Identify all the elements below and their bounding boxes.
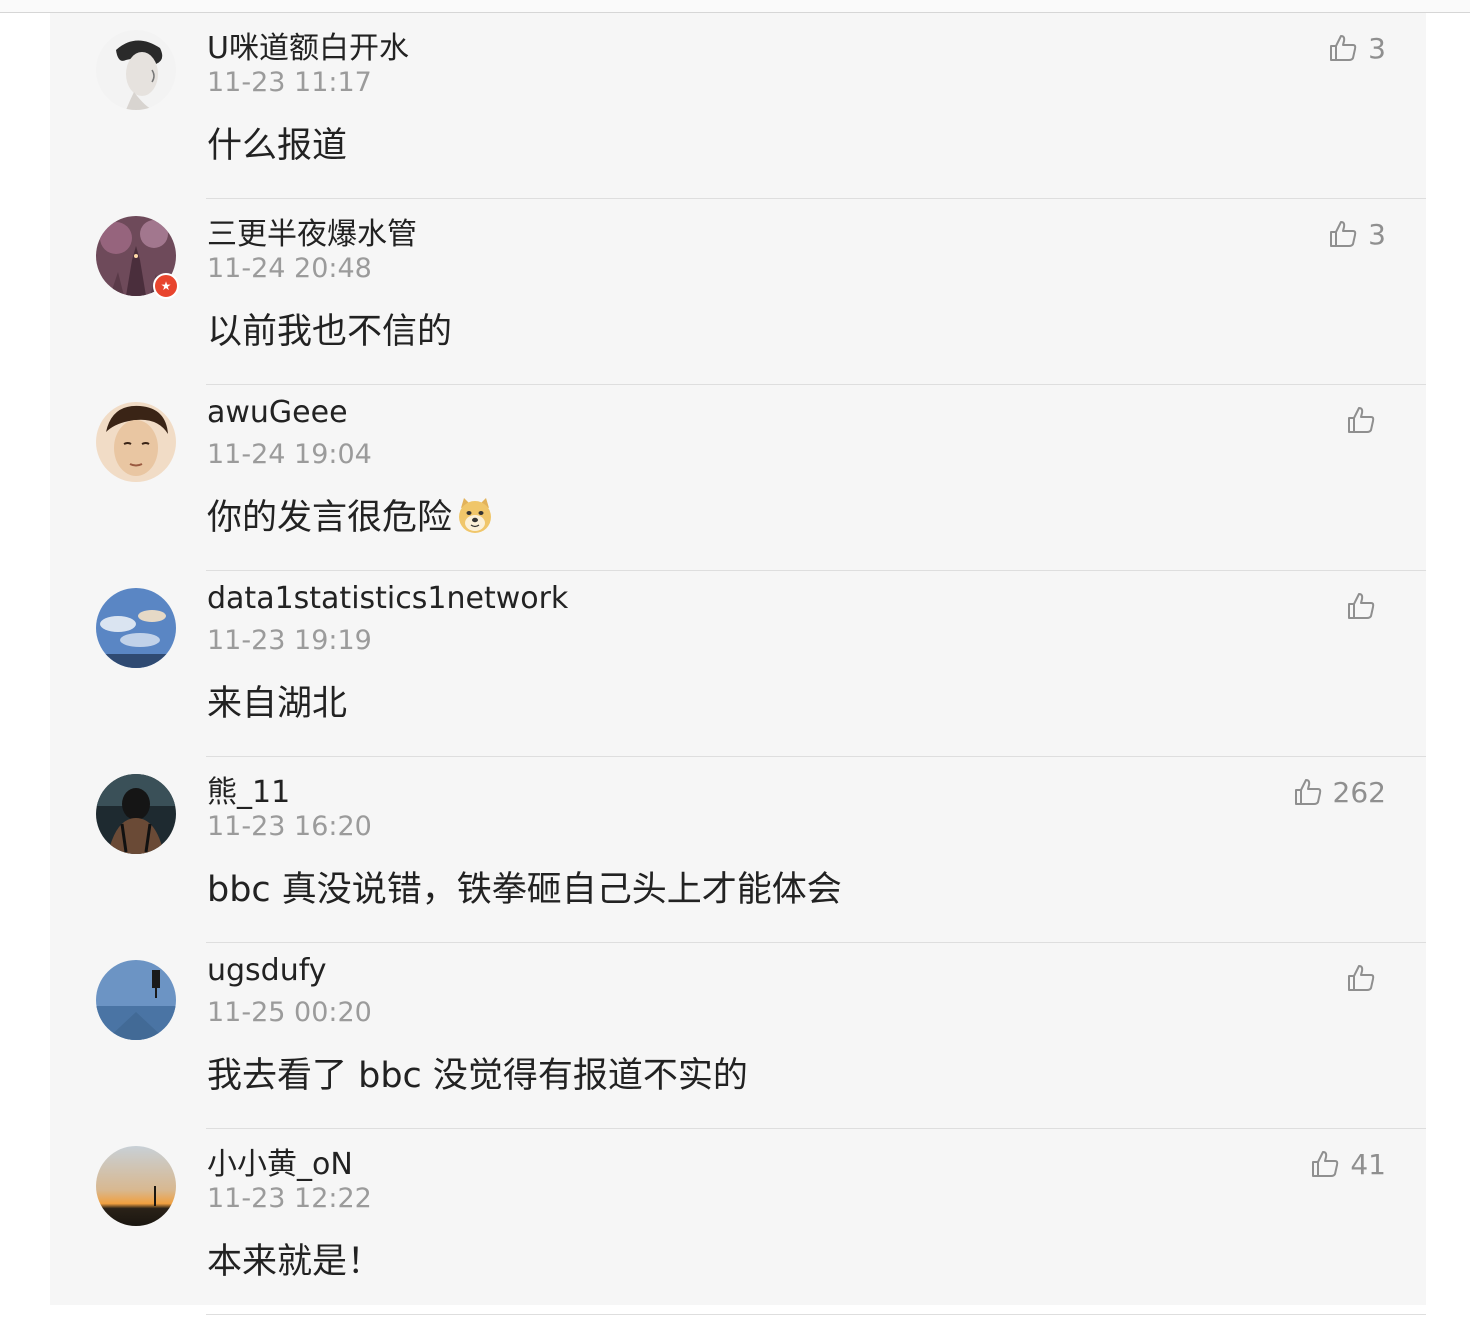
like-button[interactable] — [1346, 403, 1386, 437]
username[interactable]: awuGeee — [207, 395, 348, 430]
comment-time: 11-23 11:17 — [207, 67, 372, 98]
comment-time: 11-24 20:48 — [207, 253, 372, 284]
comment-time: 11-23 16:20 — [207, 811, 372, 842]
like-button[interactable]: 41 — [1310, 1147, 1386, 1181]
username[interactable]: ugsdufy — [207, 953, 327, 988]
like-count: 262 — [1332, 775, 1386, 809]
comment-time: 11-23 19:19 — [207, 625, 372, 656]
comment-item: awuGeee 11-24 19:04 你的发言很危险 — [50, 385, 1426, 571]
like-count: 3 — [1368, 217, 1386, 251]
avatar[interactable] — [96, 402, 176, 482]
thumbs-up-icon — [1330, 35, 1357, 61]
username[interactable]: data1statistics1network — [207, 581, 568, 616]
like-count: 3 — [1368, 31, 1386, 65]
thumbs-up-icon — [1348, 593, 1375, 619]
comment-text: 什么报道 — [207, 126, 348, 166]
comment-text: 你的发言很危险 — [207, 489, 494, 540]
thumbs-up-icon — [1348, 965, 1375, 991]
comment-text: 本来就是！ — [207, 1242, 383, 1282]
username[interactable]: 熊_11 — [207, 767, 290, 811]
thumbs-up-icon — [1294, 779, 1321, 805]
like-button[interactable]: 3 — [1328, 31, 1386, 65]
comment-item: U咪道额白开水 11-23 11:17 什么报道 3 — [50, 13, 1426, 199]
comment-time: 11-24 19:04 — [207, 439, 372, 470]
comment-time: 11-25 00:20 — [207, 997, 372, 1028]
like-button[interactable] — [1346, 589, 1386, 623]
comment-text: bbc 真没说错，铁拳砸自己头上才能体会 — [207, 870, 842, 910]
avatar[interactable] — [96, 30, 176, 110]
comment-item: ugsdufy 11-25 00:20 我去看了 bbc 没觉得有报道不实的 — [50, 943, 1426, 1129]
like-button[interactable]: 262 — [1293, 775, 1386, 809]
thumbs-up-icon — [1348, 407, 1375, 433]
comment-text: 我去看了 bbc 没觉得有报道不实的 — [207, 1056, 748, 1096]
doge-emoji-icon — [459, 497, 492, 533]
username[interactable]: 三更半夜爆水管 — [207, 209, 417, 253]
comment-item: ★ 三更半夜爆水管 11-24 20:48 以前我也不信的 3 — [50, 199, 1426, 385]
vip-badge-icon: ★ — [153, 273, 179, 299]
username[interactable]: U咪道额白开水 — [207, 23, 409, 67]
like-count: 41 — [1350, 1147, 1386, 1181]
avatar[interactable] — [96, 1146, 176, 1226]
username[interactable]: 小小黄_oN — [207, 1139, 353, 1183]
comment-time: 11-23 12:22 — [207, 1183, 372, 1214]
avatar[interactable] — [96, 960, 176, 1040]
comment-item: data1statistics1network 11-23 19:19 来自湖北 — [50, 571, 1426, 757]
thumbs-up-icon — [1312, 1151, 1339, 1177]
like-button[interactable] — [1346, 961, 1386, 995]
comment-item: 熊_11 11-23 16:20 bbc 真没说错，铁拳砸自己头上才能体会 26… — [50, 757, 1426, 943]
comment-text: 来自湖北 — [207, 684, 348, 724]
comment-text: 以前我也不信的 — [207, 312, 453, 352]
comment-item: 小小黄_oN 11-23 12:22 本来就是！ 41 — [50, 1129, 1426, 1315]
like-button[interactable]: 3 — [1328, 217, 1386, 251]
comment-list: U咪道额白开水 11-23 11:17 什么报道 3 ★ 三更半夜爆水管 11-… — [50, 13, 1426, 1315]
avatar[interactable] — [96, 588, 176, 668]
top-bar — [0, 0, 1470, 13]
thumbs-up-icon — [1330, 221, 1357, 247]
avatar[interactable] — [96, 774, 176, 854]
divider — [206, 1314, 1426, 1315]
